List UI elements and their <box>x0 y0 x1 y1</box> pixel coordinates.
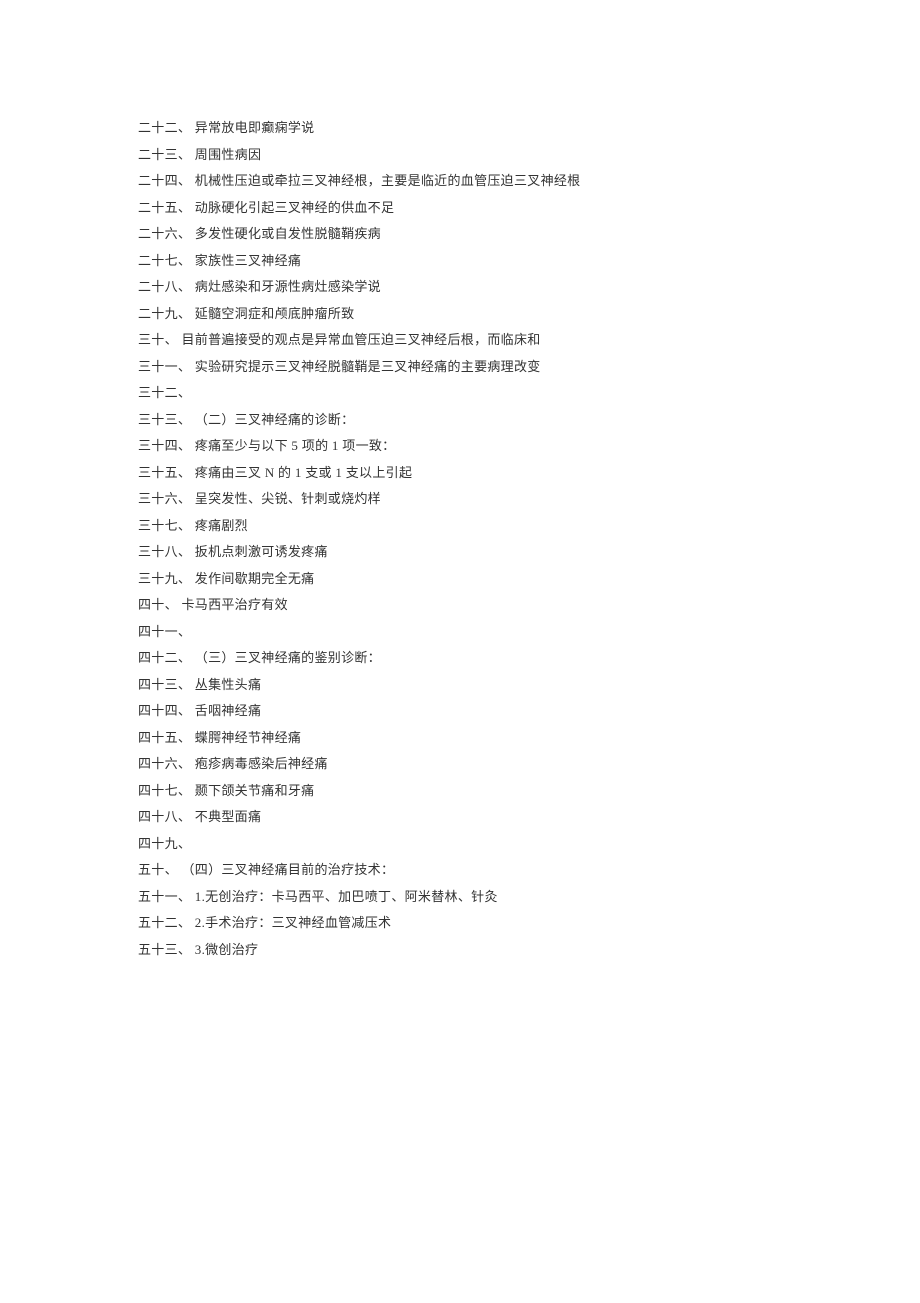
line-number: 三十八、 <box>138 544 191 559</box>
outline-line: 三十八、 扳机点刺激可诱发疼痛 <box>138 539 782 566</box>
line-text: 蝶腭神经节神经痛 <box>195 730 301 745</box>
outline-line: 三十九、 发作间歇期完全无痛 <box>138 566 782 593</box>
line-number: 五十三、 <box>138 942 191 957</box>
line-text: 扳机点刺激可诱发疼痛 <box>195 544 328 559</box>
line-number: 四十八、 <box>138 809 191 824</box>
line-text: 多发性硬化或自发性脱髓鞘疾病 <box>195 226 381 241</box>
outline-line: 三十三、 （二）三叉神经痛的诊断： <box>138 407 782 434</box>
line-number: 二十六、 <box>138 226 191 241</box>
outline-line: 四十三、 丛集性头痛 <box>138 672 782 699</box>
outline-line: 二十二、 异常放电即癫痫学说 <box>138 115 782 142</box>
outline-line: 五十三、 3.微创治疗 <box>138 937 782 964</box>
line-text: 目前普遍接受的观点是异常血管压迫三叉神经后根，而临床和 <box>181 332 540 347</box>
line-text: 3.微创治疗 <box>195 942 259 957</box>
outline-line: 四十五、 蝶腭神经节神经痛 <box>138 725 782 752</box>
outline-line: 四十二、 （三）三叉神经痛的鉴别诊断： <box>138 645 782 672</box>
outline-line: 三十、 目前普遍接受的观点是异常血管压迫三叉神经后根，而临床和 <box>138 327 782 354</box>
line-number: 三十三、 <box>138 412 191 427</box>
outline-line: 五十、 （四）三叉神经痛目前的治疗技术： <box>138 857 782 884</box>
outline-line: 五十一、 1.无创治疗：卡马西平、加巴喷丁、阿米替林、针灸 <box>138 884 782 911</box>
line-text: 异常放电即癫痫学说 <box>195 120 315 135</box>
outline-line: 四十九、 <box>138 831 782 858</box>
line-text: 不典型面痛 <box>195 809 262 824</box>
outline-line: 三十四、 疼痛至少与以下 5 项的 1 项一致： <box>138 433 782 460</box>
document-page: 二十二、 异常放电即癫痫学说二十三、 周围性病因二十四、 机械性压迫或牵拉三叉神… <box>0 0 782 963</box>
line-number: 三十四、 <box>138 438 191 453</box>
line-text: 丛集性头痛 <box>195 677 262 692</box>
line-text: （二）三叉神经痛的诊断： <box>195 412 355 427</box>
line-text: （三）三叉神经痛的鉴别诊断： <box>195 650 381 665</box>
line-text: 病灶感染和牙源性病灶感染学说 <box>195 279 381 294</box>
line-number: 五十、 <box>138 862 178 877</box>
outline-line: 四十七、 颞下颌关节痛和牙痛 <box>138 778 782 805</box>
outline-line: 二十九、 延髓空洞症和颅底肿瘤所致 <box>138 301 782 328</box>
line-text: 周围性病因 <box>195 147 262 162</box>
line-text: 家族性三叉神经痛 <box>195 253 301 268</box>
line-text: 呈突发性、尖锐、针刺或烧灼样 <box>195 491 381 506</box>
line-number: 三十二、 <box>138 385 191 400</box>
line-number: 四十、 <box>138 597 178 612</box>
outline-line: 四十一、 <box>138 619 782 646</box>
line-number: 五十一、 <box>138 889 191 904</box>
line-number: 二十七、 <box>138 253 191 268</box>
outline-line: 四十四、 舌咽神经痛 <box>138 698 782 725</box>
outline-line: 五十二、 2.手术治疗：三叉神经血管减压术 <box>138 910 782 937</box>
line-number: 四十三、 <box>138 677 191 692</box>
line-text: 1.无创治疗：卡马西平、加巴喷丁、阿米替林、针灸 <box>195 889 498 904</box>
spacer <box>191 385 195 400</box>
line-number: 四十一、 <box>138 624 191 639</box>
line-number: 二十二、 <box>138 120 191 135</box>
line-number: 四十七、 <box>138 783 191 798</box>
line-text: 发作间歇期完全无痛 <box>195 571 315 586</box>
outline-line: 四十六、 疱疹病毒感染后神经痛 <box>138 751 782 778</box>
outline-line: 四十、 卡马西平治疗有效 <box>138 592 782 619</box>
outline-line: 三十五、 疼痛由三叉 N 的 1 支或 1 支以上引起 <box>138 460 782 487</box>
line-number: 二十九、 <box>138 306 191 321</box>
line-number: 三十九、 <box>138 571 191 586</box>
line-text: 疼痛至少与以下 5 项的 1 项一致： <box>195 438 396 453</box>
line-text: 颞下颌关节痛和牙痛 <box>195 783 315 798</box>
line-text: 延髓空洞症和颅底肿瘤所致 <box>195 306 355 321</box>
line-number: 三十、 <box>138 332 178 347</box>
outline-line: 三十一、 实验研究提示三叉神经脱髓鞘是三叉神经痛的主要病理改变 <box>138 354 782 381</box>
line-text: 疼痛剧烈 <box>195 518 248 533</box>
line-text: 机械性压迫或牵拉三叉神经根，主要是临近的血管压迫三叉神经根 <box>195 173 581 188</box>
line-number: 三十七、 <box>138 518 191 533</box>
line-number: 五十二、 <box>138 915 191 930</box>
outline-line: 三十二、 <box>138 380 782 407</box>
line-text: 2.手术治疗：三叉神经血管减压术 <box>195 915 392 930</box>
line-number: 四十九、 <box>138 836 191 851</box>
line-number: 二十四、 <box>138 173 191 188</box>
line-number: 二十五、 <box>138 200 191 215</box>
line-number: 二十八、 <box>138 279 191 294</box>
outline-line: 三十六、 呈突发性、尖锐、针刺或烧灼样 <box>138 486 782 513</box>
line-text: 舌咽神经痛 <box>195 703 262 718</box>
line-text: 卡马西平治疗有效 <box>181 597 287 612</box>
outline-line: 三十七、 疼痛剧烈 <box>138 513 782 540</box>
outline-line: 二十六、 多发性硬化或自发性脱髓鞘疾病 <box>138 221 782 248</box>
line-number: 三十一、 <box>138 359 191 374</box>
outline-line: 二十八、 病灶感染和牙源性病灶感染学说 <box>138 274 782 301</box>
outline-line: 四十八、 不典型面痛 <box>138 804 782 831</box>
line-text: 疱疹病毒感染后神经痛 <box>195 756 328 771</box>
spacer <box>191 624 195 639</box>
line-text: （四）三叉神经痛目前的治疗技术： <box>181 862 394 877</box>
line-text: 疼痛由三叉 N 的 1 支或 1 支以上引起 <box>195 465 413 480</box>
line-number: 三十五、 <box>138 465 191 480</box>
line-text: 动脉硬化引起三叉神经的供血不足 <box>195 200 395 215</box>
outline-line: 二十三、 周围性病因 <box>138 142 782 169</box>
spacer <box>191 836 195 851</box>
line-number: 四十五、 <box>138 730 191 745</box>
outline-line: 二十四、 机械性压迫或牵拉三叉神经根，主要是临近的血管压迫三叉神经根 <box>138 168 782 195</box>
line-number: 四十二、 <box>138 650 191 665</box>
line-number: 二十三、 <box>138 147 191 162</box>
line-number: 四十四、 <box>138 703 191 718</box>
line-number: 四十六、 <box>138 756 191 771</box>
outline-line: 二十七、 家族性三叉神经痛 <box>138 248 782 275</box>
line-text: 实验研究提示三叉神经脱髓鞘是三叉神经痛的主要病理改变 <box>195 359 541 374</box>
line-number: 三十六、 <box>138 491 191 506</box>
outline-line: 二十五、 动脉硬化引起三叉神经的供血不足 <box>138 195 782 222</box>
